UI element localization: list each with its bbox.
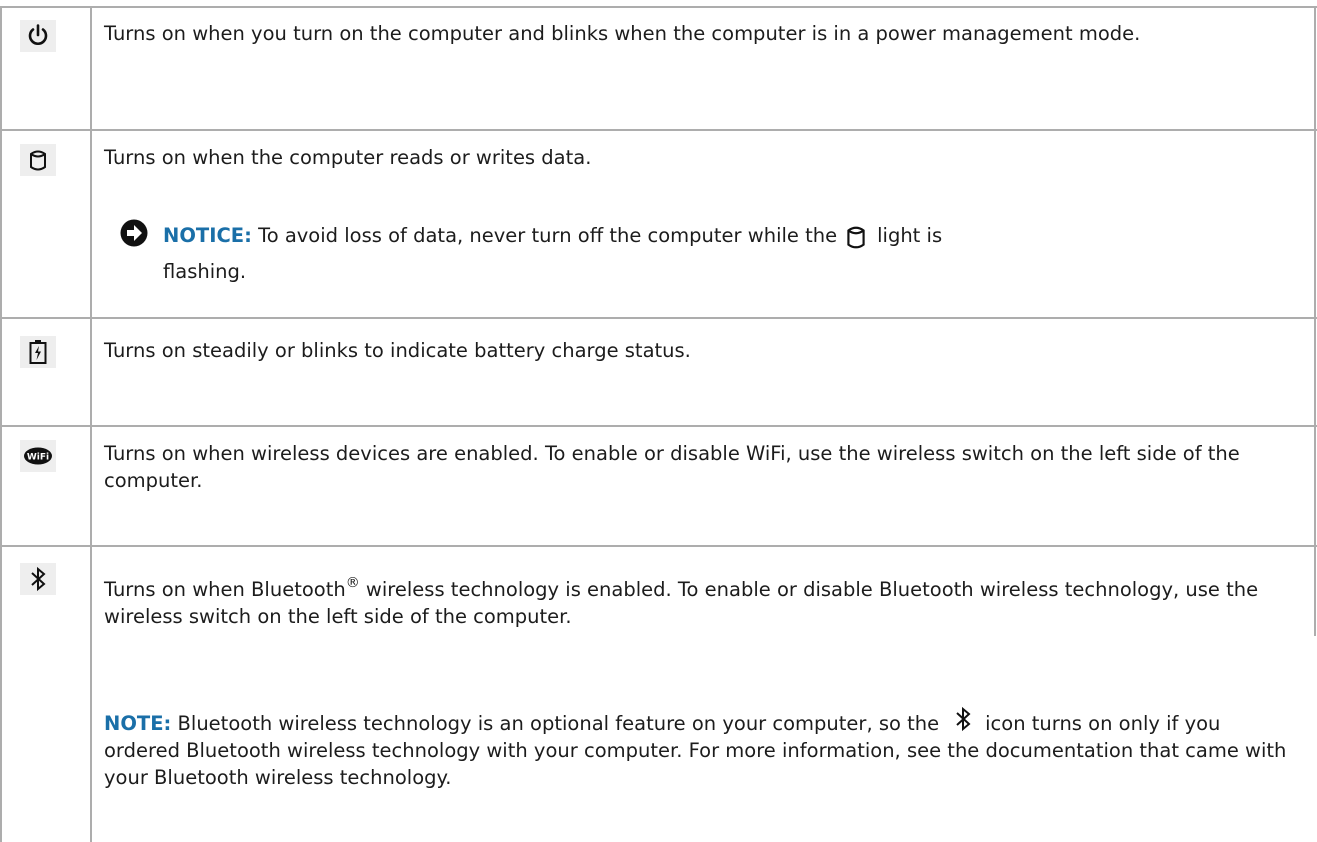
registered-mark: ®	[345, 574, 360, 591]
row-divider	[0, 425, 1317, 427]
row-divider	[0, 545, 1317, 547]
row-divider	[0, 129, 1317, 131]
power-light-description: Turns on when you turn on the computer a…	[104, 20, 1294, 47]
bluetooth-note: NOTE: Bluetooth wireless technology is a…	[104, 706, 1294, 791]
table-column-divider	[90, 6, 92, 842]
wifi-icon: WiFi	[20, 440, 56, 472]
row-text: Turns on when the computer reads or writ…	[104, 146, 592, 169]
notice-text-before: To avoid loss of data, never turn off th…	[258, 224, 838, 247]
row-text: Turns on when Bluetooth	[104, 578, 346, 601]
row-divider	[0, 317, 1317, 319]
row-text: Turns on steadily or blinks to indicate …	[104, 339, 691, 362]
notice-label: NOTICE:	[163, 224, 252, 247]
note-text-before: Bluetooth wireless technology is an opti…	[177, 712, 940, 735]
hard-drive-icon	[845, 224, 867, 250]
battery-icon	[20, 336, 56, 368]
svg-text:WiFi: WiFi	[27, 453, 49, 463]
table-border-right	[1314, 6, 1316, 636]
note-label: NOTE:	[104, 712, 172, 735]
table-border-top	[0, 6, 1317, 8]
notice-text-after: light is	[877, 224, 943, 247]
row-text: Turns on when you turn on the computer a…	[104, 22, 1141, 45]
hard-drive-icon	[20, 144, 56, 176]
hard-drive-light-description: Turns on when the computer reads or writ…	[104, 144, 1294, 171]
wifi-light-description: Turns on when wireless devices are enabl…	[104, 440, 1294, 494]
battery-light-description: Turns on steadily or blinks to indicate …	[104, 337, 1294, 364]
power-icon	[20, 20, 56, 52]
bluetooth-icon	[20, 563, 56, 595]
bluetooth-icon	[953, 706, 973, 732]
row-text: Turns on when wireless devices are enabl…	[104, 442, 1240, 492]
notice-arrow-icon	[120, 219, 148, 247]
indicator-lights-table: Turns on when you turn on the computer a…	[0, 0, 1317, 842]
notice-text: NOTICE: To avoid loss of data, never tur…	[163, 218, 1263, 290]
table-border-left	[0, 6, 2, 842]
bluetooth-light-description: Turns on when Bluetooth® wireless techno…	[104, 576, 1294, 630]
notice-text-continued: flashing.	[163, 260, 247, 283]
